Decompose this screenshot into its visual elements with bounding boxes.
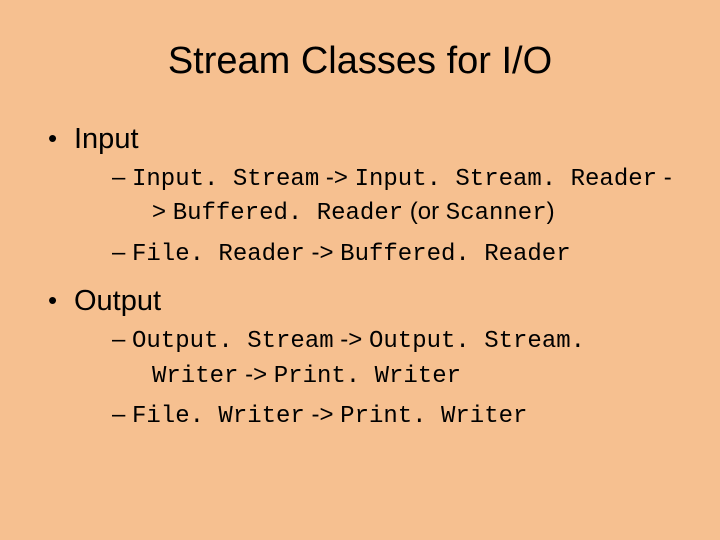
input-heading-item: Input Input. Stream -> Input. Stream. Re… [40,123,680,271]
code-bufferedreader: Buffered. Reader [173,200,403,227]
arrow: -> [238,361,273,388]
code-printwriter: Print. Writer [340,403,527,430]
code-inputstream: Input. Stream [132,166,319,193]
output-heading: Output [74,285,161,317]
text-close-paren: ) [547,198,555,225]
arrow: -> [319,164,354,191]
arrow: -> [305,239,340,266]
code-filewriter: File. Writer [132,403,305,430]
input-heading: Input [74,123,139,155]
code-printwriter: Print. Writer [274,363,461,390]
output-sublist: Output. Stream -> Output. Stream. Writer… [74,324,680,433]
code-outputstream: Output. Stream [132,328,334,355]
code-filereader: File. Reader [132,241,305,268]
input-item-1: Input. Stream -> Input. Stream. Reader -… [74,162,680,231]
arrow: -> [305,401,340,428]
output-item-2: File. Writer -> Print. Writer [74,399,680,433]
code-inputstreamreader: Input. Stream. Reader [355,166,657,193]
slide: Stream Classes for I/O Input Input. Stre… [0,0,720,540]
text-or: (or [403,198,446,225]
input-sublist: Input. Stream -> Input. Stream. Reader -… [74,162,680,271]
slide-title: Stream Classes for I/O [40,40,680,83]
output-heading-item: Output Output. Stream -> Output. Stream.… [40,285,680,433]
arrow: -> [334,326,369,353]
code-bufferedreader: Buffered. Reader [340,241,570,268]
code-scanner: Scanner [446,200,547,227]
input-item-2: File. Reader -> Buffered. Reader [74,237,680,271]
bullet-list-level1: Input Input. Stream -> Input. Stream. Re… [40,123,680,433]
output-item-1: Output. Stream -> Output. Stream. Writer… [74,324,680,393]
